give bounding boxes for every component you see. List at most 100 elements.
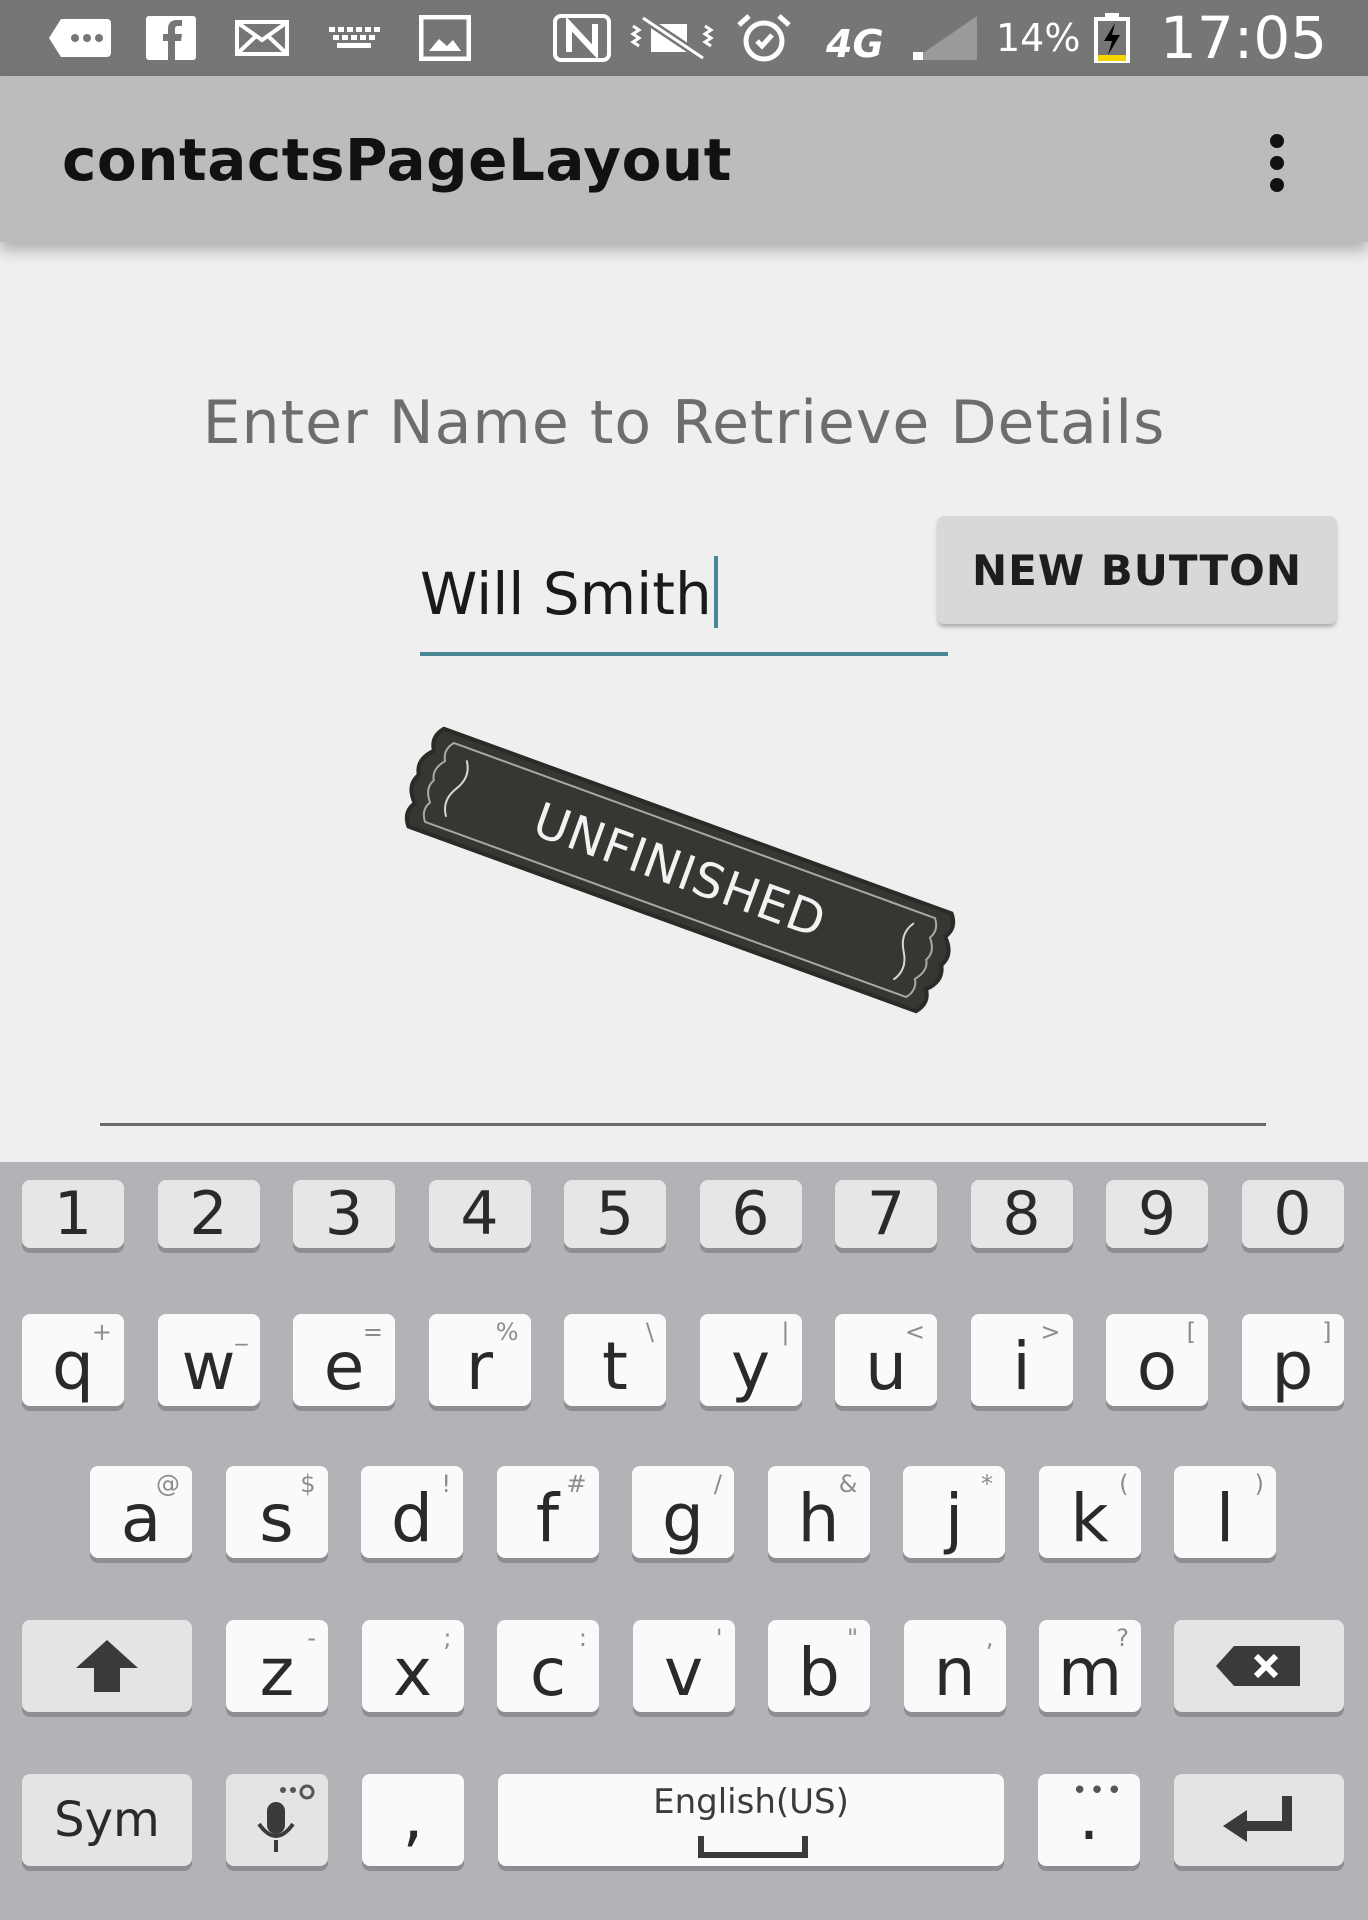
key-hint: > (1040, 1318, 1061, 1346)
key-label: t (602, 1327, 628, 1405)
key-f[interactable]: # f (496, 1466, 599, 1558)
key-r[interactable]: % r (428, 1314, 531, 1406)
key-s[interactable]: $ s (225, 1466, 328, 1558)
key-y[interactable]: | y (699, 1314, 802, 1406)
soft-keyboard: Sym , English(US) ••• . 1 2 3 4 5 6 7 8 9 0 + q _ w = e… (0, 1162, 1368, 1920)
key-label: i (1012, 1327, 1031, 1405)
key-hint: # (566, 1470, 587, 1498)
key-h[interactable]: & h (767, 1466, 870, 1558)
space-icon (698, 1836, 808, 1858)
key-w[interactable]: _ w (157, 1314, 260, 1406)
key-t[interactable]: \ t (564, 1314, 666, 1406)
key-label: r (465, 1327, 494, 1405)
email-icon (234, 14, 290, 62)
key-label: u (865, 1327, 907, 1405)
nfc-icon (552, 14, 612, 62)
key-label: m (1057, 1633, 1123, 1711)
key-a[interactable]: @ a (90, 1466, 192, 1558)
key-hint: : (578, 1624, 587, 1652)
backspace-key[interactable] (1174, 1620, 1344, 1712)
key-0[interactable]: 0 (1241, 1179, 1344, 1249)
key-u[interactable]: < u (835, 1314, 937, 1406)
battery-charging-icon (1092, 13, 1132, 63)
key-hint: - (307, 1624, 316, 1652)
key-g[interactable]: / g (632, 1466, 734, 1558)
shift-icon (76, 1640, 138, 1692)
key-p[interactable]: ] p (1241, 1314, 1344, 1406)
key-5[interactable]: 5 (564, 1179, 666, 1249)
name-input[interactable]: Will Smith (420, 556, 948, 656)
key-label: n (933, 1633, 976, 1711)
facebook-icon (144, 14, 198, 62)
sym-key[interactable]: Sym (22, 1774, 192, 1866)
key-label: q (52, 1327, 94, 1405)
voice-input-key[interactable] (226, 1774, 328, 1866)
key-label: z (259, 1633, 295, 1711)
text-cursor (713, 556, 718, 628)
chat-notification-icon (46, 14, 114, 62)
key-i[interactable]: > i (970, 1314, 1073, 1406)
key-label: h (797, 1479, 840, 1557)
new-button[interactable]: NEW BUTTON (938, 516, 1336, 624)
key-label: d (391, 1479, 433, 1557)
key-hint: * (981, 1470, 993, 1498)
key-z[interactable]: -z (226, 1620, 328, 1712)
key-hint: , (985, 1624, 994, 1652)
key-hint: ' (715, 1624, 723, 1652)
unfinished-stamp: UNFINISHED (370, 720, 990, 1020)
key-o[interactable]: [o (1106, 1314, 1208, 1406)
key-d[interactable]: ! d (361, 1466, 463, 1558)
key-3[interactable]: 3 (293, 1179, 395, 1249)
image-icon (418, 14, 472, 62)
key-l[interactable]: ) l (1174, 1466, 1276, 1558)
key-label: s (259, 1479, 294, 1557)
prompt-label: Enter Name to Retrieve Details (202, 388, 1166, 458)
key-q[interactable]: + q (22, 1314, 124, 1406)
space-key[interactable]: English(US) (498, 1774, 1004, 1866)
key-j[interactable]: * j (903, 1466, 1005, 1558)
key-label: p (1271, 1327, 1314, 1405)
key-label: w (181, 1327, 236, 1405)
key-2[interactable]: 2 (157, 1179, 260, 1249)
key-b[interactable]: " b (768, 1620, 870, 1712)
key-1[interactable]: 1 (22, 1179, 124, 1249)
app-title: contactsPageLayout (62, 126, 732, 194)
key-8[interactable]: 8 (970, 1179, 1073, 1249)
4g-icon: 4G (826, 22, 884, 66)
comma-key[interactable]: , (362, 1774, 464, 1866)
key-v[interactable]: ' v (632, 1620, 735, 1712)
key-label: l (1215, 1479, 1235, 1557)
keyboard-icon (326, 14, 382, 62)
key-n[interactable]: ,n (903, 1620, 1006, 1712)
key-hint: ( (1119, 1470, 1129, 1498)
key-e[interactable]: = e (293, 1314, 395, 1406)
key-label: y (730, 1327, 771, 1405)
name-input-value: Will Smith (420, 560, 712, 628)
key-hint: ) (1254, 1470, 1264, 1498)
alarm-icon (734, 14, 794, 62)
period-key[interactable]: ••• . (1038, 1774, 1140, 1866)
key-label: k (1070, 1479, 1109, 1557)
key-k[interactable]: (k (1038, 1466, 1141, 1558)
key-hint: / (713, 1470, 722, 1498)
key-label: x (392, 1633, 433, 1711)
key-hint: & (838, 1470, 858, 1498)
key-x[interactable]: ; x (361, 1620, 464, 1712)
enter-key[interactable] (1174, 1774, 1344, 1866)
key-4[interactable]: 4 (428, 1179, 531, 1249)
enter-icon (1223, 1796, 1292, 1842)
key-c[interactable]: :c (497, 1620, 599, 1712)
key-label: g (662, 1479, 704, 1557)
key-label: v (663, 1633, 704, 1711)
key-hint: $ (300, 1470, 316, 1498)
key-m[interactable]: ? m (1039, 1620, 1141, 1712)
key-7[interactable]: 7 (835, 1179, 937, 1249)
vibrate-icon (628, 14, 718, 62)
key-hint: = (362, 1318, 383, 1346)
microphone-icon (257, 1784, 315, 1852)
overflow-menu-icon[interactable] (1250, 128, 1304, 198)
key-6[interactable]: 6 (699, 1179, 802, 1249)
key-label: b (798, 1633, 840, 1711)
key-9[interactable]: 9 (1106, 1179, 1208, 1249)
shift-key[interactable] (22, 1620, 192, 1712)
